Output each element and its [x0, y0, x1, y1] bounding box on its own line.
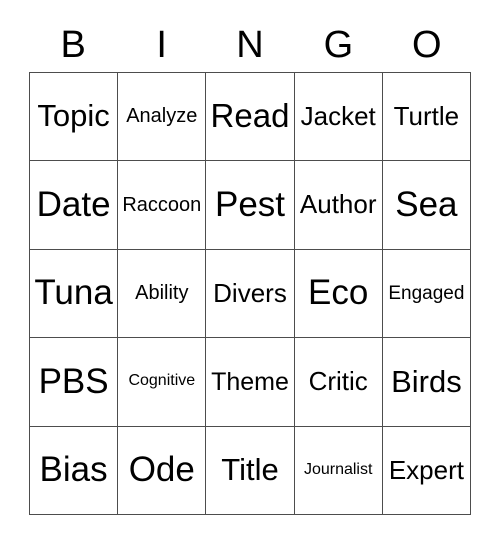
- bingo-cell-label: Analyze: [126, 105, 198, 128]
- bingo-cell[interactable]: Analyze: [118, 73, 207, 162]
- bingo-grid: Topic Analyze Read Jacket Turtle Date Ra…: [29, 72, 471, 515]
- bingo-cell-label: Sea: [395, 184, 458, 224]
- bingo-header-letter-g: G: [323, 24, 354, 66]
- bingo-cell-label: Author: [299, 189, 377, 220]
- bingo-cell-label: Pest: [214, 184, 286, 224]
- bingo-cell-label: Ode: [128, 449, 195, 489]
- bingo-header-letter-o: O: [412, 24, 442, 66]
- bingo-header-letter-b: B: [60, 24, 86, 66]
- bingo-cell[interactable]: Expert: [382, 426, 471, 515]
- bingo-cell[interactable]: Theme: [206, 338, 295, 427]
- bingo-cell-label: Tuna: [34, 273, 113, 313]
- bingo-cell-label: Read: [210, 97, 290, 135]
- bingo-header-letter-n: N: [236, 24, 264, 66]
- bingo-cell-label: Eco: [308, 273, 369, 313]
- bingo-cell-label: Topic: [37, 98, 110, 134]
- bingo-cell-label: Ability: [135, 281, 189, 304]
- bingo-cell-label: Expert: [388, 454, 464, 485]
- bingo-cell-label: Bias: [39, 449, 108, 489]
- bingo-cell-label: Date: [36, 184, 111, 224]
- bingo-cell-label: Engaged: [388, 282, 465, 304]
- bingo-cell[interactable]: Cognitive: [118, 338, 207, 427]
- bingo-cell-label: Jacket: [300, 101, 376, 132]
- bingo-cell[interactable]: Bias: [30, 426, 119, 515]
- bingo-cell-label: Cognitive: [128, 372, 196, 390]
- bingo-cell[interactable]: Pest: [206, 161, 295, 250]
- bingo-cell[interactable]: Jacket: [294, 73, 383, 162]
- bingo-cell[interactable]: Title: [206, 426, 295, 515]
- bingo-cell[interactable]: Birds: [382, 338, 471, 427]
- bingo-cell[interactable]: Divers: [206, 249, 295, 339]
- bingo-header-row: B I N G O: [29, 18, 471, 72]
- bingo-cell[interactable]: Critic: [294, 338, 383, 427]
- bingo-cell-label: Critic: [308, 366, 368, 397]
- bingo-cell-label: Divers: [213, 277, 287, 308]
- bingo-cell[interactable]: Raccoon: [118, 161, 207, 250]
- bingo-cell[interactable]: Journalist: [294, 426, 383, 515]
- bingo-cell[interactable]: Turtle: [382, 73, 471, 162]
- bingo-cell-label: Turtle: [393, 101, 460, 132]
- bingo-cell[interactable]: Sea: [382, 161, 471, 250]
- bingo-cell-label: Title: [221, 452, 279, 488]
- bingo-header-letter-i: I: [156, 24, 167, 66]
- bingo-cell[interactable]: Ode: [118, 426, 207, 515]
- bingo-cell-label: Birds: [391, 363, 462, 399]
- bingo-cell[interactable]: Date: [30, 161, 119, 250]
- bingo-cell[interactable]: Author: [294, 161, 383, 250]
- bingo-cell[interactable]: Read: [206, 73, 295, 162]
- bingo-cell-label: Theme: [211, 367, 289, 396]
- bingo-cell[interactable]: Eco: [294, 249, 383, 339]
- bingo-card: B I N G O Topic Analyze Read Jacket Turt…: [0, 0, 500, 544]
- bingo-cell[interactable]: Ability: [118, 249, 207, 339]
- bingo-cell-label: Journalist: [303, 460, 373, 478]
- bingo-cell[interactable]: Tuna: [30, 249, 119, 339]
- bingo-cell-label: Raccoon: [122, 193, 202, 216]
- bingo-cell[interactable]: Topic: [30, 73, 119, 162]
- bingo-cell[interactable]: PBS: [30, 338, 119, 427]
- bingo-cell[interactable]: Engaged: [382, 249, 471, 339]
- bingo-cell-label: PBS: [38, 361, 109, 401]
